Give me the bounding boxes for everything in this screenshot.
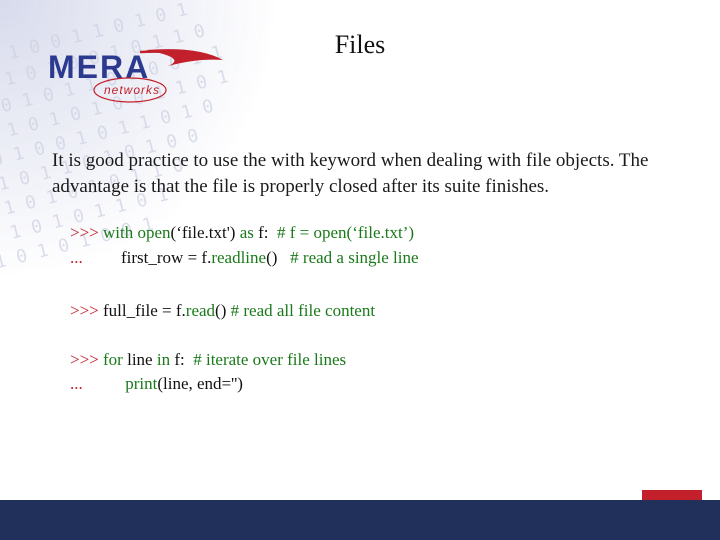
repl-prompt: >>> <box>70 301 103 320</box>
footer-red-accent <box>642 490 702 500</box>
comment: # read all file content <box>231 301 375 320</box>
code-text: () <box>266 248 290 267</box>
code-example-1: >>> with open(‘file.txt') as f: # f = op… <box>70 221 668 270</box>
keyword-as: as <box>240 223 258 242</box>
slide-title: Files <box>0 30 720 60</box>
repl-cont: ... <box>70 374 125 393</box>
slide: 1 0 1 0 0 1 1 0 1 0 1 0 1 1 0 1 0 0 1 0 … <box>0 0 720 540</box>
code-text: first_row = f. <box>121 248 211 267</box>
code-text: (line, end='') <box>157 374 243 393</box>
footer-bar <box>0 500 720 540</box>
blank-line <box>70 325 74 344</box>
slide-content: It is good practice to use the with keyw… <box>52 148 668 425</box>
code-text: f: <box>258 223 277 242</box>
code-text: () <box>215 301 231 320</box>
code-text: full_file = f. <box>103 301 186 320</box>
keyword-for: for <box>103 350 127 369</box>
keyword-in: in <box>157 350 174 369</box>
fn-print: print <box>125 374 157 393</box>
comment: # iterate over file lines <box>193 350 346 369</box>
fn-open: open <box>138 223 171 242</box>
code-example-2: >>> full_file = f.read() # read all file… <box>70 299 668 398</box>
keyword-with: with <box>103 223 137 242</box>
comment: # read a single line <box>290 248 418 267</box>
code-text: (‘file.txt') <box>171 223 240 242</box>
code-text: line <box>127 350 157 369</box>
repl-cont: ... <box>70 248 121 267</box>
code-text: f: <box>174 350 193 369</box>
intro-paragraph: It is good practice to use the with keyw… <box>52 148 668 199</box>
repl-prompt: >>> <box>70 350 103 369</box>
fn-read: read <box>186 301 215 320</box>
svg-text:networks: networks <box>104 83 160 97</box>
comment: # f = open(‘file.txt’) <box>277 223 414 242</box>
repl-prompt: >>> <box>70 223 103 242</box>
fn-readline: readline <box>211 248 266 267</box>
